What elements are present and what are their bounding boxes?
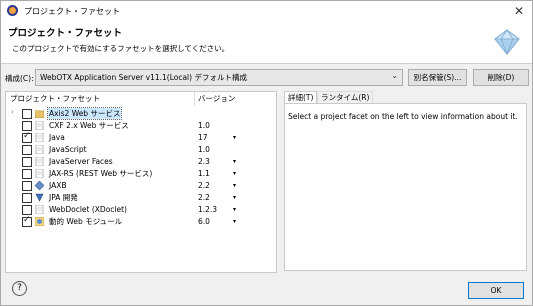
facet-row[interactable]: CXF 2.x Web サービス 1.0 bbox=[6, 120, 276, 132]
document-icon bbox=[35, 169, 44, 178]
version-dropdown-icon[interactable]: ▾ bbox=[233, 192, 236, 203]
tab-runtime[interactable]: ランタイム(R) bbox=[317, 91, 374, 103]
version-dropdown-icon[interactable]: ▾ bbox=[233, 156, 236, 167]
delete-button[interactable]: 削除(D) bbox=[473, 69, 529, 86]
tab-details[interactable]: 詳細(T) bbox=[284, 91, 318, 103]
facet-name: 動的 Web モジュール bbox=[49, 217, 123, 226]
close-icon[interactable]: ✕ bbox=[514, 4, 524, 18]
facet-row[interactable]: JavaScript 1.0 bbox=[6, 144, 276, 156]
facet-row[interactable]: Java 17 ▾ bbox=[6, 131, 276, 144]
page-title: プロジェクト・ファセット bbox=[8, 28, 123, 39]
facet-checkbox[interactable] bbox=[22, 169, 32, 179]
chevron-down-icon: ⌄ bbox=[391, 71, 398, 80]
facet-name: Java bbox=[49, 133, 65, 142]
facet-version[interactable]: 1.1 bbox=[198, 168, 210, 179]
facet-version[interactable]: 1.0 bbox=[198, 144, 210, 155]
jaxb-icon bbox=[35, 181, 44, 190]
version-dropdown-icon[interactable]: ▾ bbox=[233, 216, 236, 227]
document-icon bbox=[35, 133, 44, 142]
dialog-window: プロジェクト・ファセット ✕ プロジェクト・ファセット このプロジェクトで有効に… bbox=[0, 0, 533, 306]
folder-icon bbox=[35, 110, 44, 118]
facet-checkbox[interactable] bbox=[22, 157, 32, 167]
facet-row[interactable]: 動的 Web モジュール 6.0 ▾ bbox=[6, 215, 276, 228]
facet-name: CXF 2.x Web サービス bbox=[49, 121, 129, 130]
facet-version[interactable]: 1.0 bbox=[198, 120, 210, 131]
facet-row[interactable]: JavaServer Faces 2.3 ▾ bbox=[6, 156, 276, 168]
facet-checkbox[interactable] bbox=[22, 145, 32, 155]
facet-name: JavaServer Faces bbox=[49, 157, 113, 166]
wizard-header: プロジェクト・ファセット このプロジェクトで有効にするファセットを選択してくださ… bbox=[1, 21, 532, 64]
facet-name: Axis2 Web サービス bbox=[46, 107, 123, 120]
facet-checkbox[interactable] bbox=[22, 121, 32, 131]
facet-checkbox[interactable] bbox=[22, 109, 32, 119]
facet-name: WebDoclet (XDoclet) bbox=[49, 205, 127, 214]
eclipse-icon bbox=[7, 5, 18, 16]
version-dropdown-icon[interactable]: ▾ bbox=[233, 132, 236, 143]
facet-version[interactable]: 17 bbox=[198, 132, 208, 143]
facet-version[interactable]: 2.2 bbox=[198, 192, 210, 203]
save-as-button[interactable]: 別名保管(S)... bbox=[408, 69, 467, 86]
version-dropdown-icon[interactable]: ▾ bbox=[233, 180, 236, 191]
facet-row[interactable]: › Axis2 Web サービス bbox=[6, 107, 276, 120]
document-icon bbox=[35, 145, 44, 154]
column-header-version[interactable]: バージョン bbox=[194, 92, 235, 106]
facet-checkbox[interactable] bbox=[22, 131, 32, 143]
facet-version[interactable]: 1.2.3 bbox=[198, 204, 217, 215]
configuration-select[interactable]: WebOTX Application Server v11.1(Local) デ… bbox=[35, 69, 403, 86]
facet-checkbox[interactable] bbox=[22, 205, 32, 215]
page-description: このプロジェクトで有効にするファセットを選択してください。 bbox=[12, 44, 230, 53]
facet-version[interactable]: 2.3 bbox=[198, 156, 210, 167]
details-content: Select a project facet on the left to vi… bbox=[284, 103, 527, 271]
version-dropdown-icon[interactable]: ▾ bbox=[233, 168, 236, 179]
details-message: Select a project facet on the left to vi… bbox=[288, 112, 518, 121]
facet-table: プロジェクト・ファセット バージョン › Axis2 Web サービス CXF 2.… bbox=[5, 91, 277, 273]
version-dropdown-icon[interactable]: ▾ bbox=[233, 204, 236, 215]
facet-checkbox[interactable] bbox=[22, 193, 32, 203]
column-header-facet[interactable]: プロジェクト・ファセット bbox=[10, 92, 100, 106]
jpa-icon bbox=[35, 193, 44, 202]
gem-icon bbox=[494, 29, 520, 56]
web-module-icon bbox=[35, 217, 44, 226]
window-title: プロジェクト・ファセット bbox=[24, 7, 120, 16]
ok-button[interactable]: OK bbox=[468, 282, 524, 299]
facet-version[interactable]: 6.0 bbox=[198, 216, 210, 227]
configuration-label: 構成(C): bbox=[5, 74, 34, 83]
facet-row[interactable]: JPA 開発 2.2 ▾ bbox=[6, 192, 276, 204]
help-icon[interactable]: ? bbox=[12, 281, 27, 296]
facet-name: JAXB bbox=[49, 181, 67, 190]
document-icon bbox=[35, 205, 44, 214]
configuration-value: WebOTX Application Server v11.1(Local) デ… bbox=[40, 73, 247, 82]
facet-checkbox[interactable] bbox=[22, 215, 32, 227]
facet-name: JavaScript bbox=[49, 145, 87, 154]
document-icon bbox=[35, 157, 44, 166]
facet-row[interactable]: WebDoclet (XDoclet) 1.2.3 ▾ bbox=[6, 204, 276, 216]
facet-name: JPA 開発 bbox=[49, 193, 78, 202]
facet-row[interactable]: JAX-RS (REST Web サービス) 1.1 ▾ bbox=[6, 168, 276, 180]
facet-name: JAX-RS (REST Web サービス) bbox=[49, 169, 153, 178]
details-panel: 詳細(T) ランタイム(R) Select a project facet on… bbox=[284, 91, 527, 271]
facet-row[interactable]: JAXB 2.2 ▾ bbox=[6, 180, 276, 192]
title-bar: プロジェクト・ファセット ✕ bbox=[1, 1, 532, 21]
expand-arrow-icon[interactable]: › bbox=[11, 108, 14, 116]
document-icon bbox=[35, 121, 44, 130]
facet-version[interactable]: 2.2 bbox=[198, 180, 210, 191]
facet-checkbox[interactable] bbox=[22, 181, 32, 191]
